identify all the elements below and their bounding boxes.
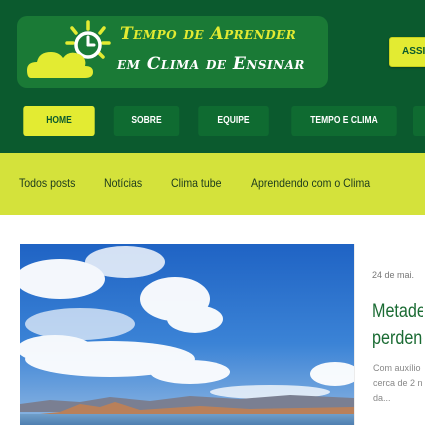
nav-equipe[interactable]: EQUIPE (198, 106, 269, 136)
nav-more[interactable] (413, 106, 425, 136)
site-logo[interactable]: Tempo de Aprender em Clima de Ensinar (17, 16, 328, 88)
nav-home[interactable]: HOME (23, 106, 95, 136)
category-clima-tube[interactable]: Clima tube (171, 176, 221, 190)
article-image[interactable] (20, 244, 354, 425)
landscape-photo (20, 244, 354, 425)
article-divider (354, 244, 355, 425)
logo-title: Tempo de Aprender (120, 24, 297, 44)
nav-sobre[interactable]: SOBRE (113, 106, 180, 136)
subscribe-button[interactable]: ASSI (389, 37, 425, 67)
category-todos-posts[interactable]: Todos posts (19, 176, 75, 190)
category-noticias[interactable]: Notícias (104, 176, 142, 190)
category-bar: Todos posts Notícias Clima tube Aprenden… (0, 153, 425, 215)
category-aprendendo-com-o-clima[interactable]: Aprendendo com o Clima (251, 176, 370, 190)
logo-subtitle: em Clima de Ensinar (117, 54, 305, 74)
article-date: 24 de mai. (372, 270, 415, 280)
article-excerpt: Com auxílio cerca de 2 n da... (373, 363, 423, 403)
nav-tempo-e-clima[interactable]: TEMPO E CLIMA (291, 106, 397, 136)
sun-cloud-clock-icon (27, 20, 111, 78)
site-header: Tempo de Aprender em Clima de Ensinar AS… (0, 0, 425, 153)
article-title[interactable]: Metade perdeno (372, 298, 423, 352)
